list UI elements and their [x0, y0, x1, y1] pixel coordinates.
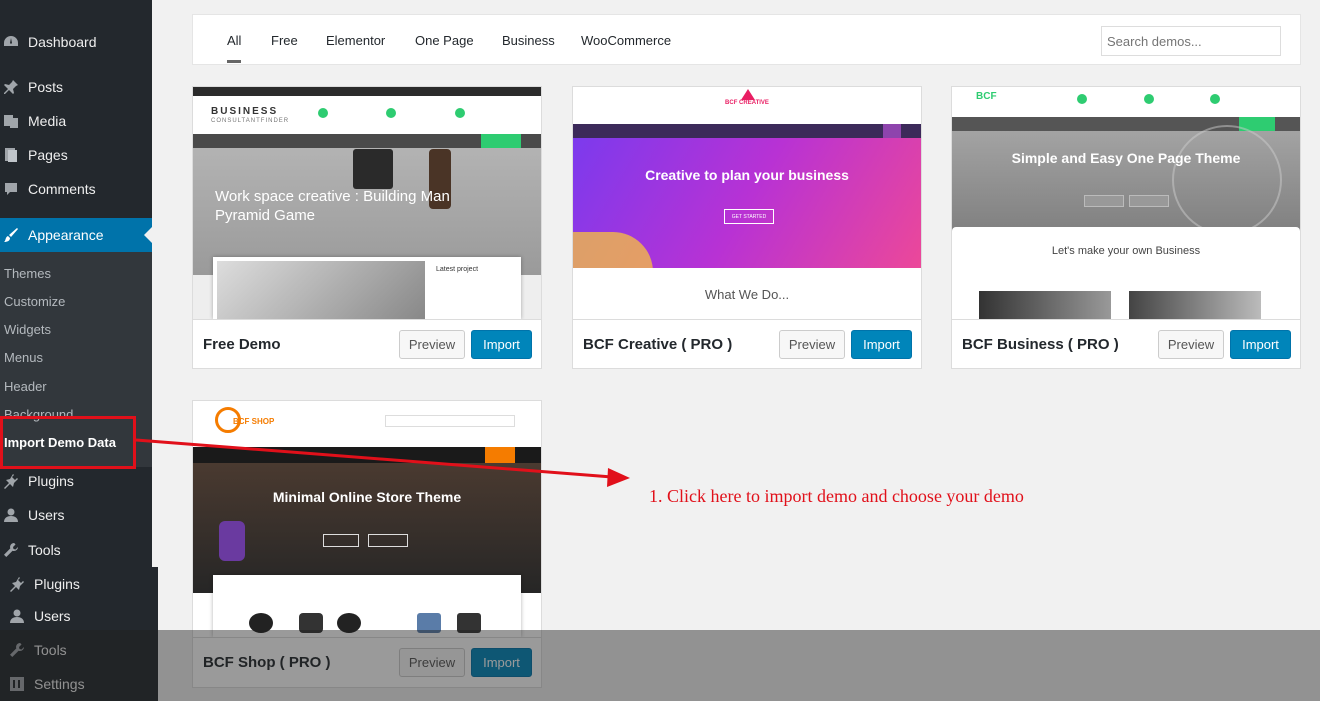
annotation-arrow [135, 438, 630, 487]
annotation-text: 1. Click here to import demo and choose … [649, 486, 1024, 506]
